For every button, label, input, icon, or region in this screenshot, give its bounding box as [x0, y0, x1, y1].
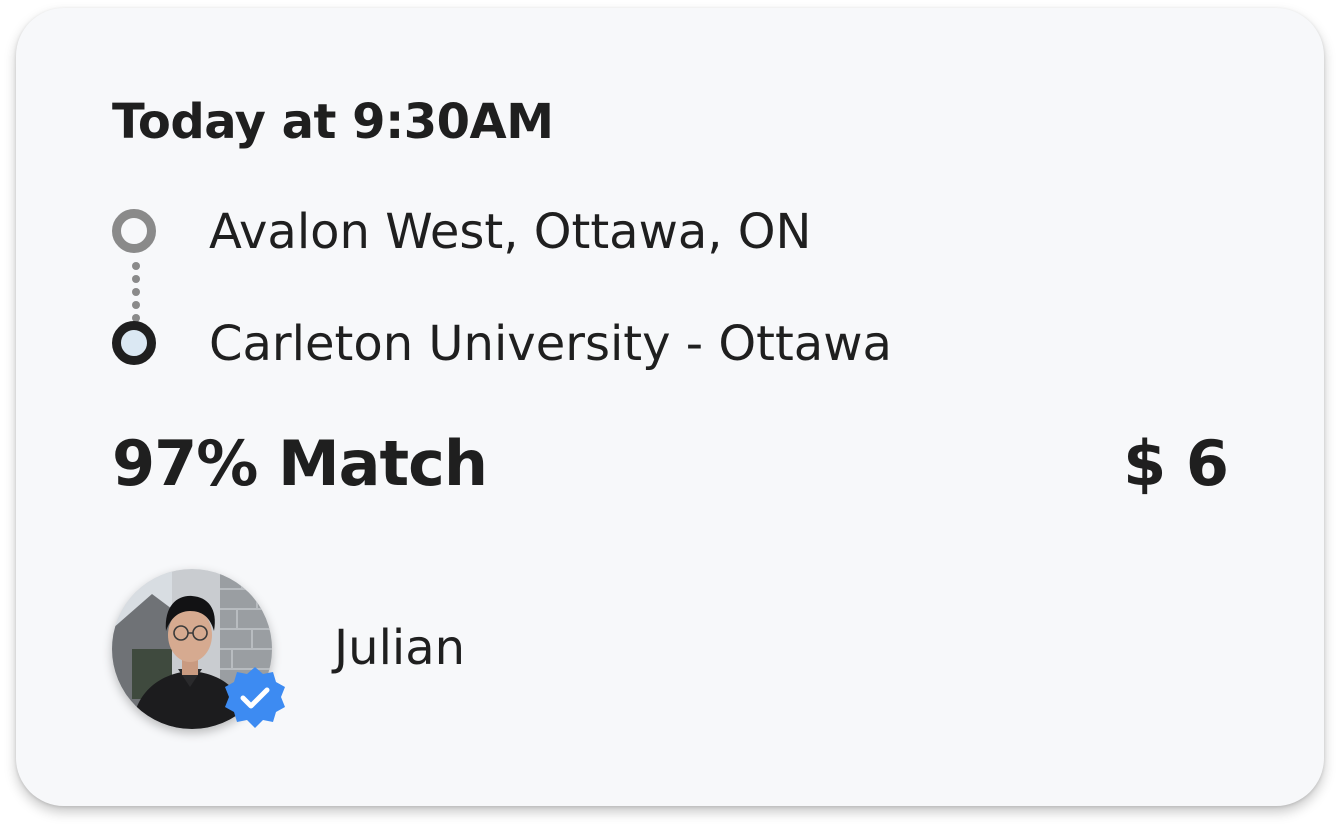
- destination-address: Carleton University - Ottawa: [209, 316, 892, 372]
- origin-address: Avalon West, Ottawa, ON: [209, 204, 812, 260]
- rider-name: Julian: [334, 620, 466, 676]
- verified-badge-icon: [222, 665, 288, 731]
- dotted-route-icon: [132, 262, 140, 322]
- ride-time: Today at 9:30AM: [112, 94, 554, 150]
- rider-avatar-group[interactable]: [112, 569, 288, 737]
- origin-ring-icon: [112, 209, 156, 253]
- ride-price: $ 6: [1123, 427, 1229, 500]
- destination-ring-icon: [112, 321, 156, 365]
- match-percentage: 97% Match: [112, 427, 488, 500]
- ride-card[interactable]: Today at 9:30AM Avalon West, Ottawa, ON …: [16, 8, 1324, 806]
